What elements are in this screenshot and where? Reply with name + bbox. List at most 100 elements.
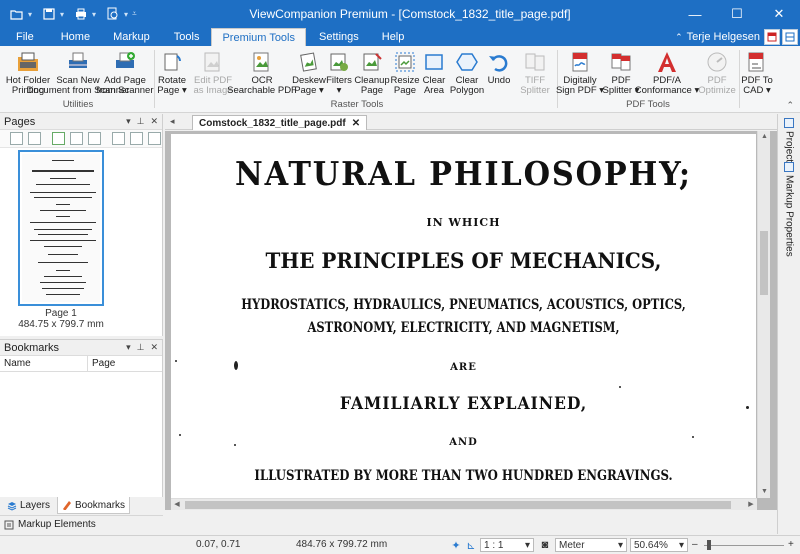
print-icon[interactable] [70,3,92,25]
open-dropdown-icon[interactable]: ▾ [28,10,32,19]
deskew-page-button[interactable]: Deskew Page ▾ [292,50,326,96]
tab-home[interactable]: Home [50,28,101,46]
scroll-right-icon[interactable]: ▶ [745,499,757,511]
print-dropdown-icon[interactable]: ▾ [92,10,96,19]
open-icon[interactable] [6,3,28,25]
find-dropdown-icon[interactable]: ▾ [124,10,128,19]
layout-icon[interactable] [764,29,780,45]
pin-icon[interactable]: ⊥ [137,116,145,127]
clear-polygon-button[interactable]: Clear Polygon [450,50,484,96]
chevron-down-icon: ▾ [524,539,530,551]
customize-icon[interactable]: ⩡ [132,9,137,19]
tab-premium-tools[interactable]: Premium Tools [211,28,306,46]
thumbnail-medium-icon[interactable] [130,132,143,145]
move-page-icon[interactable] [70,132,83,145]
tab-file[interactable]: File [0,28,50,46]
thumbnail-small-icon[interactable] [112,132,125,145]
rotate-page-icon[interactable] [88,132,101,145]
close-icon[interactable]: ✕ [150,342,158,353]
add-page-from-scanner-button[interactable]: Add Page from Scanner [96,50,154,96]
vertical-scroll-thumb[interactable] [760,231,768,295]
insert-page-icon[interactable] [10,132,23,145]
unit-select[interactable]: Meter ▾ [555,538,627,552]
pin-icon[interactable]: ⊥ [137,342,145,353]
document-tab[interactable]: Comstock_1832_title_page.pdf ✕ [192,115,368,130]
clear-polygon-icon [456,53,478,71]
user-account[interactable]: ⌃ Terje Helgesen [675,28,760,46]
ribbon-tab-bar: File Home Markup Tools Premium Tools Set… [0,28,800,46]
column-header-name[interactable]: Name [0,356,88,371]
close-tab-icon[interactable]: ✕ [352,118,360,129]
ribbon: Hot Folder Printing Scan New Document fr… [0,46,800,113]
markup-elements-tab[interactable]: Markup Elements [0,515,163,533]
bookmark-icon [63,501,72,510]
panel-menu-icon[interactable]: ▾ [126,116,131,127]
vertical-scrollbar[interactable]: ▲ ▼ [757,131,770,498]
tab-markup[interactable]: Markup [101,28,162,46]
edit-pdf-image-icon [204,52,220,72]
doc-line-astronomy: ASTRONOMY, ELECTRICITY, AND MAGNETISM, [307,320,620,336]
ocr-searchable-pdf-button[interactable]: OCR Searchable PDF [227,50,297,96]
tab-markup-properties[interactable]: Markup Properties [781,162,797,257]
extract-page-icon[interactable] [52,132,65,145]
save-icon[interactable] [38,3,60,25]
page-thumbnail-image [22,154,100,302]
horizontal-scroll-thumb[interactable] [185,501,731,509]
close-button[interactable]: ✕ [758,0,800,28]
rotate-page-button[interactable]: Rotate Page ▾ [157,50,187,96]
tab-scroll-left-icon[interactable]: ◂ [170,116,175,127]
scale-select[interactable]: 1 : 1 ▾ [480,538,534,552]
page-thumbnail[interactable] [18,150,104,306]
close-icon[interactable]: ✕ [150,116,158,127]
scan-speck [692,436,694,438]
tiff-splitter-button[interactable]: TIFF Splitter [518,50,552,96]
tab-tools[interactable]: Tools [162,28,212,46]
pdf-to-cad-button[interactable]: PDF To CAD ▾ [741,50,773,96]
zoom-slider[interactable] [704,545,784,546]
save-dropdown-icon[interactable]: ▾ [60,10,64,19]
right-sidebar: Project Markup Properties [777,114,800,534]
thumbnail-large-icon[interactable] [148,132,161,145]
horizontal-scrollbar[interactable]: ◀ ▶ [171,498,757,510]
tab-help[interactable]: Help [372,28,415,46]
pages-toolbar [0,130,162,148]
scroll-down-icon[interactable]: ▼ [758,486,771,498]
window-layout-icon[interactable] [782,29,798,45]
pdf-a-conformance-button[interactable]: PDF/A Conformance ▾ [635,50,699,96]
find-icon[interactable] [102,3,124,25]
tab-settings[interactable]: Settings [306,28,372,46]
zoom-out-icon[interactable]: – [692,539,698,550]
scan-speck [619,386,621,388]
tab-bookmarks[interactable]: Bookmarks [57,497,131,514]
doc-line-familiarly: FAMILIARLY EXPLAINED, [339,394,588,414]
hot-folder-icon [18,52,38,71]
undo-button[interactable]: Undo [486,50,512,86]
resize-page-button[interactable]: Resize Page [390,50,420,96]
filters-icon [330,53,348,71]
snap-icon[interactable]: ✦ [449,538,463,552]
zoom-in-icon[interactable]: + [788,539,794,550]
zoom-slider-handle[interactable] [706,540,711,550]
maximize-button[interactable]: ☐ [716,0,758,28]
scroll-left-icon[interactable]: ◀ [171,499,183,511]
clear-area-icon [425,54,443,70]
measure-icon[interactable]: ◙ [538,538,552,552]
document-viewport[interactable]: NATURAL PHILOSOPHY; IN WHICH THE PRINCIP… [165,131,777,510]
ribbon-collapse-icon[interactable]: ⌃ [786,100,794,111]
scroll-up-icon[interactable]: ▲ [758,131,771,143]
delete-page-icon[interactable] [28,132,41,145]
minimize-button[interactable]: — [674,0,716,28]
column-header-page[interactable]: Page [88,356,119,371]
ortho-icon[interactable]: ⊾ [464,538,478,552]
sign-pdf-icon [572,52,588,72]
tab-layers[interactable]: Layers [2,497,55,514]
panel-menu-icon[interactable]: ▾ [126,342,131,353]
tab-project[interactable]: Project [781,118,797,162]
zoom-select[interactable]: 50.64% ▾ [630,538,688,552]
cleanup-page-button[interactable]: Cleanup Page [354,50,390,96]
clear-area-button[interactable]: Clear Area [421,50,447,96]
pdf-optimize-button[interactable]: PDF Optimize [698,50,736,96]
digitally-sign-pdf-button[interactable]: Digitally Sign PDF ▾ [556,50,604,96]
scan-new-document-button[interactable]: Scan New Document from Scanner [27,50,129,96]
filters-button[interactable]: Filters ▾ [326,50,352,96]
